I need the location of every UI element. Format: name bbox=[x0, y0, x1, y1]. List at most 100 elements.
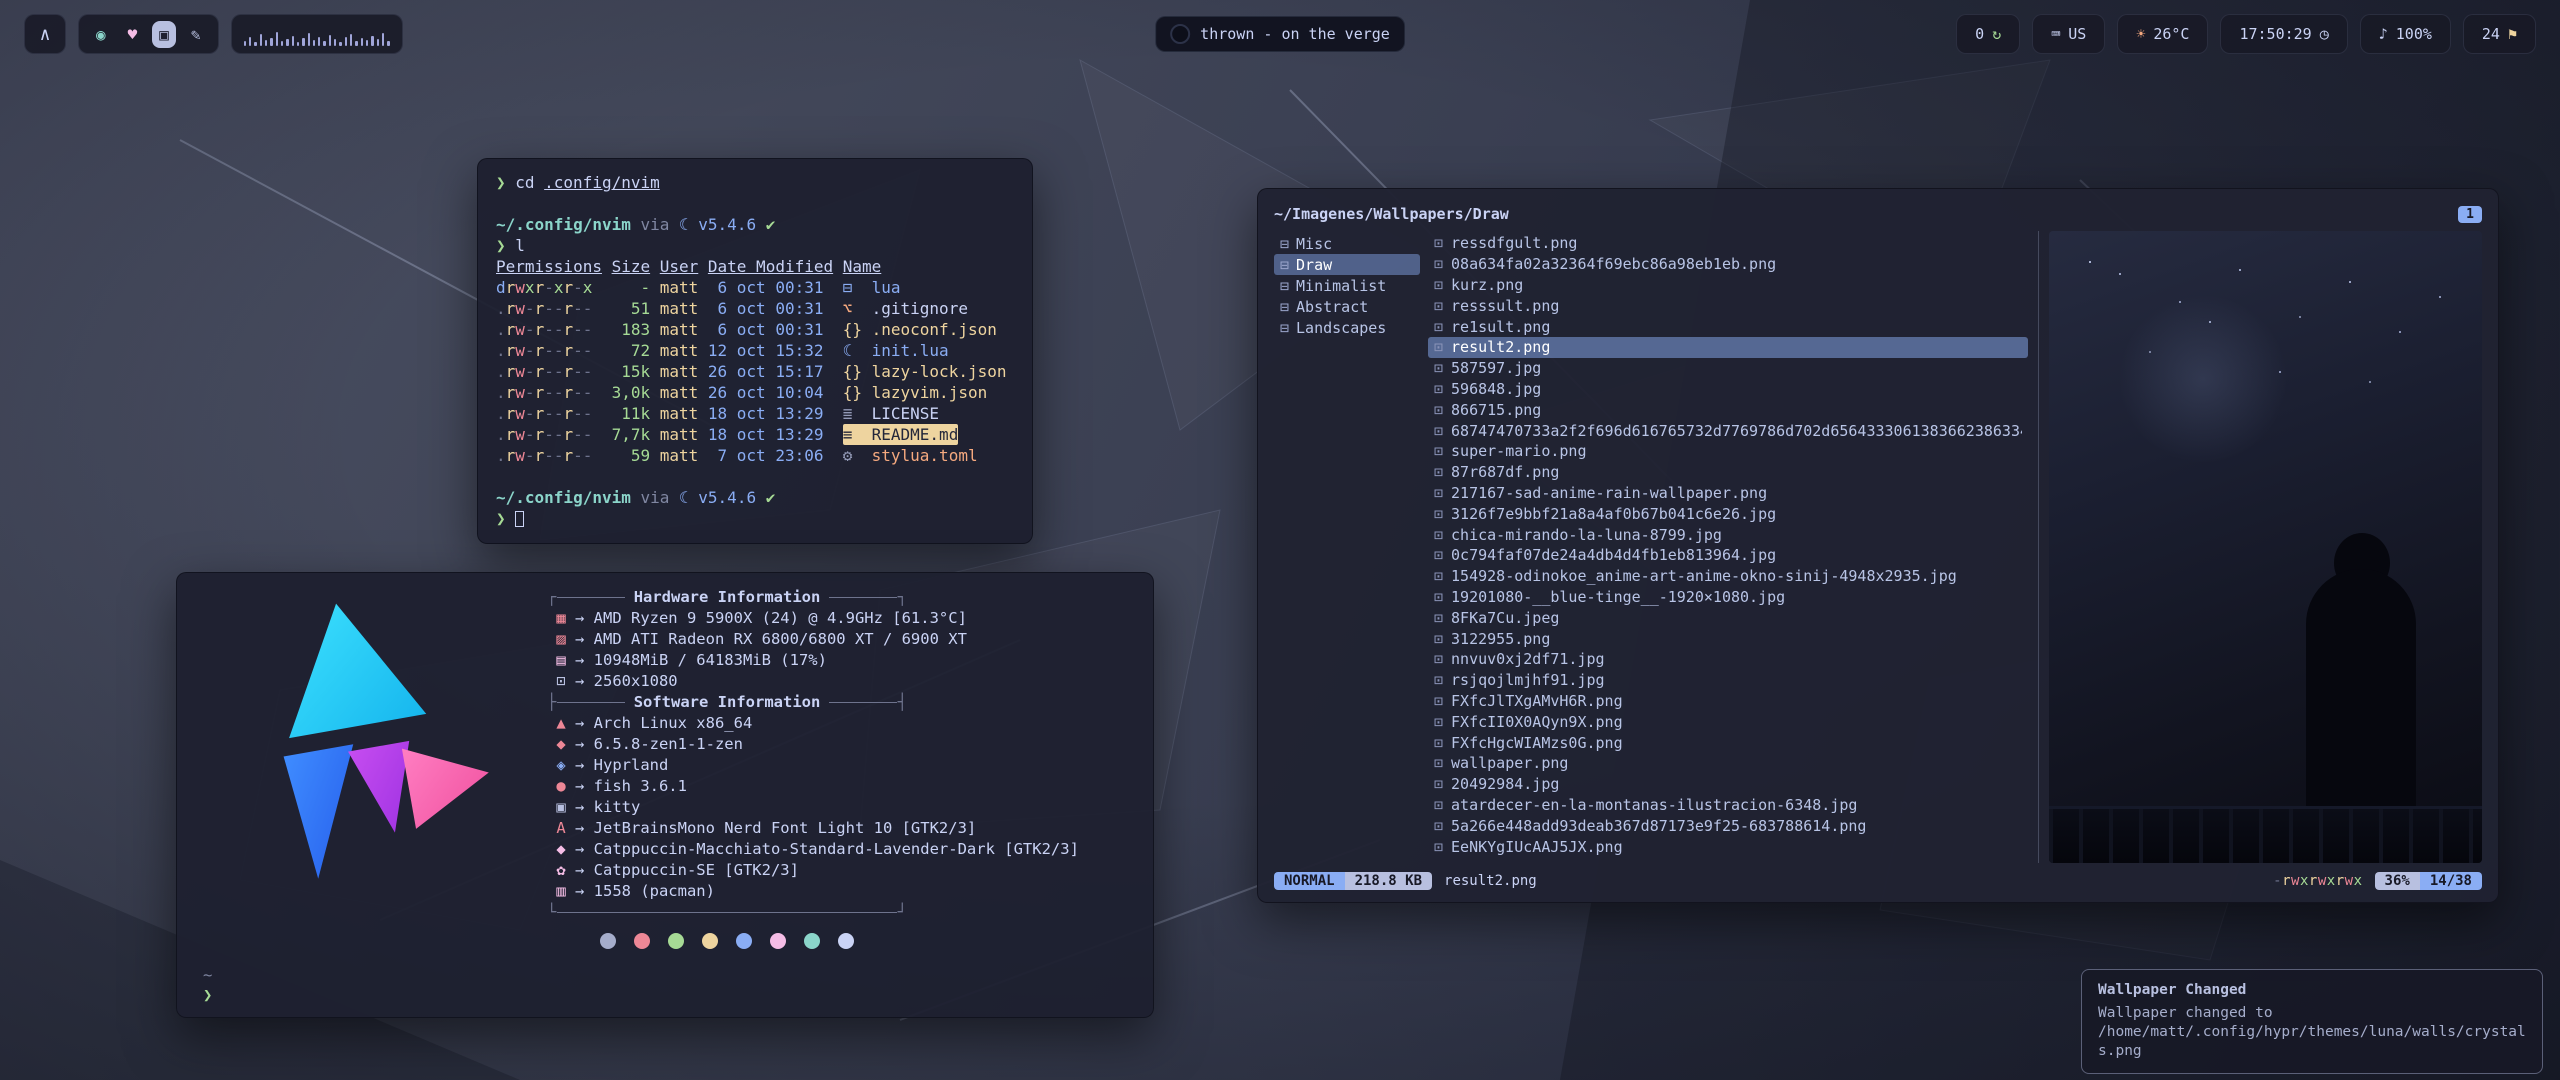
file-list-item[interactable]: ⊡ wallpaper.png bbox=[1428, 753, 2028, 774]
image-file-icon: ⊡ bbox=[1434, 838, 1443, 856]
distro-logo bbox=[197, 587, 547, 949]
weather-widget[interactable]: ☀ 26°C bbox=[2117, 14, 2208, 54]
file-entry-row: .rw-r--r-- 51 matt 6 oct 00:31 ⌥.gitigno… bbox=[496, 298, 1014, 319]
file-name: nnvuv0xj2df71.jpg bbox=[1451, 650, 1605, 668]
file-list-item[interactable]: ⊡ super-mario.png bbox=[1428, 441, 2028, 462]
info-row: ▣ → kitty bbox=[547, 797, 1122, 818]
file-list-item[interactable]: ⊡ 3126f7e9bbf21a8a4af0b67b041c6e26.jpg bbox=[1428, 503, 2028, 524]
image-file-icon: ⊡ bbox=[1434, 338, 1443, 356]
file-list-item[interactable]: ⊡ chica-mirando-la-luna-8799.jpg bbox=[1428, 524, 2028, 545]
cwd-path: ~/.config/nvim bbox=[496, 487, 631, 508]
active-prompt-line[interactable]: ❯ bbox=[496, 508, 1014, 529]
sidebar-folder-item[interactable]: ⊟ Landscapes bbox=[1274, 317, 1420, 338]
file-date: 26 oct 15:17 bbox=[708, 361, 833, 382]
scroll-percent-badge: 36% bbox=[2375, 872, 2420, 890]
keyboard-layout-widget[interactable]: ⌨ US bbox=[2032, 14, 2105, 54]
file-name: FXfcJlTXgAMvH6R.png bbox=[1451, 692, 1623, 710]
file-list-item[interactable]: ⊡ atardecer-en-la-montanas-ilustracion-6… bbox=[1428, 795, 2028, 816]
file-list-item[interactable]: ⊡ 3122955.png bbox=[1428, 628, 2028, 649]
launcher-button[interactable]: ∧ bbox=[24, 14, 66, 54]
tab-badge[interactable]: 1 bbox=[2458, 206, 2482, 223]
sidebar-folder-item[interactable]: ⊟ Minimalist bbox=[1274, 275, 1420, 296]
statusbar-filename: result2.png bbox=[1444, 873, 1537, 889]
software-info-icon: ✿ bbox=[547, 860, 575, 881]
graph-bar bbox=[308, 33, 310, 46]
shell-command-line: ❯ cd .config/nvim bbox=[496, 172, 1014, 193]
temperature-label: 26°C bbox=[2153, 25, 2189, 43]
fetch-info-panel: ┌ Hardware Information ┐ ▦ → AMD Ryzen 9… bbox=[547, 587, 1122, 949]
speaker-icon: ♪ bbox=[2379, 25, 2388, 43]
clock-widget[interactable]: 17:50:29 ◷ bbox=[2220, 14, 2347, 54]
file-list-item[interactable]: ⊡ 0c794faf07de24a4db4d4fb1eb813964.jpg bbox=[1428, 545, 2028, 566]
file-list-item[interactable]: ⊡ 08a634fa02a32364f69ebc86a98eb1eb.png bbox=[1428, 254, 2028, 275]
file-list-item[interactable]: ⊡ result2.png bbox=[1428, 337, 2028, 358]
updates-widget[interactable]: 0 ↻ bbox=[1956, 14, 2020, 54]
terminal-color-palette bbox=[547, 933, 907, 949]
file-entry-row: .rw-r--r-- 15k matt 26 oct 15:17 {}lazy-… bbox=[496, 361, 1014, 382]
notification-popup[interactable]: Wallpaper Changed Wallpaper changed to /… bbox=[2081, 969, 2543, 1074]
prompt-symbol: ❯ bbox=[496, 235, 506, 256]
updates-count: 0 bbox=[1975, 25, 1984, 43]
file-entry-row: .rw-r--r-- 3,0k matt 26 oct 10:04 {}lazy… bbox=[496, 382, 1014, 403]
file-list-item[interactable]: ⊡ 68747470733a2f2f696d616765732d7769786d… bbox=[1428, 420, 2028, 441]
palette-dot bbox=[634, 933, 650, 949]
file-size: 51 bbox=[612, 298, 651, 319]
file-list-item[interactable]: ⊡ rsjqojlmjhf91.jpg bbox=[1428, 670, 2028, 691]
file-list-item[interactable]: ⊡ kurz.png bbox=[1428, 275, 2028, 296]
arrow-icon: → bbox=[575, 755, 584, 776]
file-list-item[interactable]: ⊡ 217167-sad-anime-rain-wallpaper.png bbox=[1428, 483, 2028, 504]
shell-prompt[interactable]: ~ ❯ bbox=[203, 965, 212, 1005]
file-list-item[interactable]: ⊡ 154928-odinokoe_anime-art-anime-okno-s… bbox=[1428, 566, 2028, 587]
info-row: ◈ → Hyprland bbox=[547, 755, 1122, 776]
graph-bar bbox=[371, 36, 373, 46]
file-list-item[interactable]: ⊡ 87r687df.png bbox=[1428, 462, 2028, 483]
file-list-item[interactable]: ⊡ 587597.jpg bbox=[1428, 358, 2028, 379]
volume-widget[interactable]: ♪ 100% bbox=[2360, 14, 2451, 54]
file-list-item[interactable]: ⊡ EeNKYgIUcAAJ5JX.png bbox=[1428, 836, 2028, 857]
file-list-item[interactable]: ⊡ FXfcJlTXgAMvH6R.png bbox=[1428, 691, 2028, 712]
file-list-item[interactable]: ⊡ 20492984.jpg bbox=[1428, 774, 2028, 795]
file-owner: matt bbox=[660, 361, 699, 382]
image-file-icon: ⊡ bbox=[1434, 380, 1443, 398]
folder-icon: ⊟ bbox=[1280, 277, 1289, 295]
filetype-icon: ⌥ bbox=[843, 298, 862, 319]
file-name-group: ≡README.md bbox=[843, 424, 959, 445]
file-date: 6 oct 00:31 bbox=[708, 298, 833, 319]
file-list-item[interactable]: ⊡ 596848.jpg bbox=[1428, 379, 2028, 400]
clock-time: 17:50:29 bbox=[2239, 25, 2311, 43]
file-list-item[interactable]: ⊡ nnvuv0xj2df71.jpg bbox=[1428, 649, 2028, 670]
file-manager-window[interactable]: ~/Imagenes/Wallpapers/Draw 1 ⊟ Misc ⊟ Dr… bbox=[1257, 188, 2499, 903]
file-list-item[interactable]: ⊡ 866715.png bbox=[1428, 399, 2028, 420]
file-list-item[interactable]: ⊡ 8FKa7Cu.jpeg bbox=[1428, 607, 2028, 628]
topbar-left-group: ∧ ◉ ♥ ▣ ✎ bbox=[24, 14, 403, 54]
file-list-item[interactable]: ⊡ ressdfgult.png bbox=[1428, 233, 2028, 254]
file-list-item[interactable]: ⊡ 19201080-__blue-tinge__-1920×1080.jpg bbox=[1428, 587, 2028, 608]
command-text: l bbox=[515, 235, 525, 256]
system-fetch-window[interactable]: ┌ Hardware Information ┐ ▦ → AMD Ryzen 9… bbox=[176, 572, 1154, 1018]
folder-name: Abstract bbox=[1296, 298, 1368, 316]
workspace-button-4[interactable]: ✎ bbox=[184, 21, 208, 48]
notifications-widget[interactable]: 24 ⚑ bbox=[2463, 14, 2536, 54]
file-name: 5a266e448add93deab367d87173e9f25-6837886… bbox=[1451, 817, 1866, 835]
file-date: 18 oct 13:29 bbox=[708, 403, 833, 424]
file-list-item[interactable]: ⊡ 5a266e448add93deab367d87173e9f25-68378… bbox=[1428, 815, 2028, 836]
file-name-group: {}lazy-lock.json bbox=[843, 361, 1007, 382]
workspace-button-2[interactable]: ♥ bbox=[121, 21, 145, 48]
file-list-item[interactable]: ⊡ re1sult.png bbox=[1428, 316, 2028, 337]
media-player-widget[interactable]: thrown - on the verge bbox=[1155, 16, 1405, 52]
image-file-icon: ⊡ bbox=[1434, 442, 1443, 460]
workspace-switcher: ◉ ♥ ▣ ✎ bbox=[78, 14, 219, 54]
hardware-info-icon: ▨ bbox=[547, 629, 575, 650]
sidebar-folder-item[interactable]: ⊟ Misc bbox=[1274, 233, 1420, 254]
info-value: AMD ATI Radeon RX 6800/6800 XT / 6900 XT bbox=[594, 629, 967, 650]
sidebar-folder-item[interactable]: ⊟ Abstract bbox=[1274, 296, 1420, 317]
terminal-window[interactable]: ❯ cd .config/nvim ~/.config/nvim via ☾ v… bbox=[477, 158, 1033, 544]
file-manager-header: ~/Imagenes/Wallpapers/Draw 1 bbox=[1274, 201, 2482, 227]
file-list-item[interactable]: ⊡ FXfcII0X0AQyn9X.png bbox=[1428, 711, 2028, 732]
file-list-item[interactable]: ⊡ resssult.png bbox=[1428, 295, 2028, 316]
sidebar-folder-item[interactable]: ⊟ Draw bbox=[1274, 254, 1420, 275]
file-list-item[interactable]: ⊡ FXfcHgcWIAMzs0G.png bbox=[1428, 732, 2028, 753]
workspace-button-1[interactable]: ◉ bbox=[89, 21, 113, 48]
workspace-button-3-active[interactable]: ▣ bbox=[152, 21, 176, 48]
file-name: init.lua bbox=[872, 340, 949, 361]
